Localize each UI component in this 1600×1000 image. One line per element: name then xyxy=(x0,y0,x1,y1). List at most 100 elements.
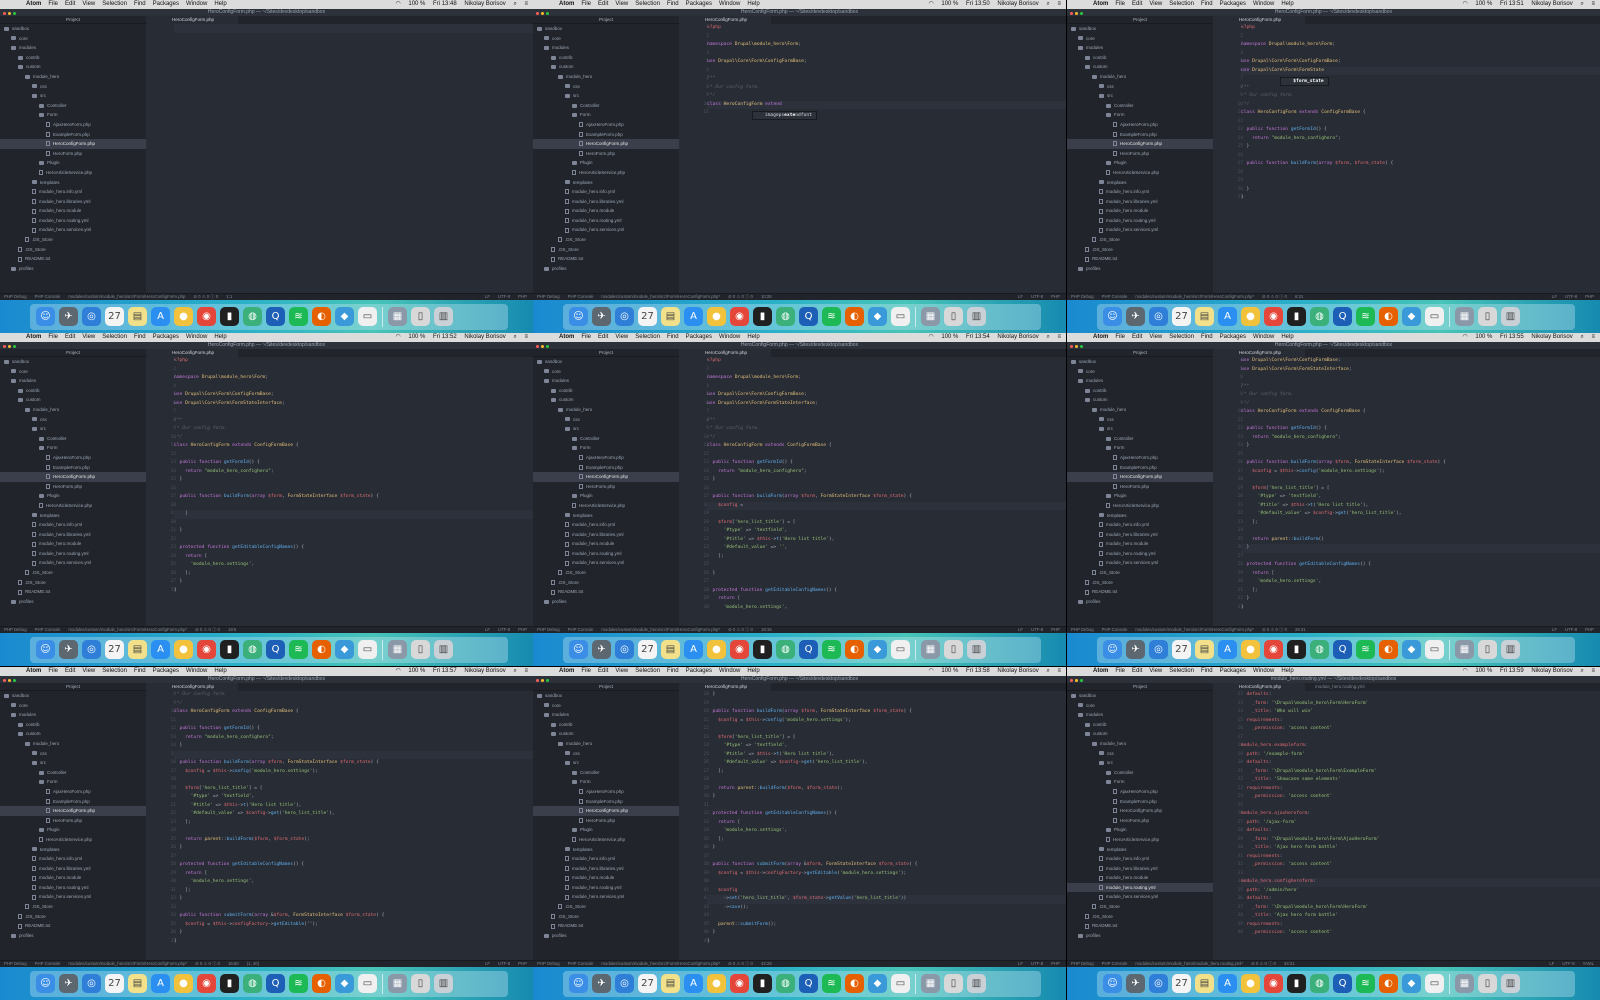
tree-folder[interactable]: Controller xyxy=(533,101,679,111)
battery-label[interactable]: 100 % xyxy=(408,1,425,7)
menu-item-help[interactable]: Help xyxy=(214,1,226,7)
tree-file[interactable]: module_hero.libraries.yml xyxy=(0,197,146,207)
code-line[interactable]: } xyxy=(174,938,533,947)
tree-folder[interactable]: contrib xyxy=(1067,386,1213,396)
code-line[interactable]: return parent::buildForm() xyxy=(1241,536,1600,545)
code-line[interactable] xyxy=(174,485,533,494)
tree-folder[interactable]: profiles xyxy=(533,597,679,607)
tree-file[interactable]: module_hero.info.yml xyxy=(0,187,146,197)
spotify-icon[interactable]: ≋ xyxy=(1356,307,1375,326)
menu-item-help[interactable]: Help xyxy=(1281,1,1293,7)
status-item[interactable]: modules/custom/module_hero/src/Form/Hero… xyxy=(68,627,187,632)
clock-label[interactable]: Fri 13:57 xyxy=(433,668,457,674)
tree-file[interactable]: AjaxHeroForm.php xyxy=(533,453,679,463)
status-item[interactable]: modules/custom/module_hero/src/Form/Hero… xyxy=(68,961,187,966)
q-app-icon[interactable]: Q xyxy=(266,640,285,659)
calendar-icon[interactable]: 27 xyxy=(105,640,124,659)
tree-file[interactable]: HeroForm.php xyxy=(1067,149,1213,159)
code-line[interactable] xyxy=(707,485,1066,494)
status-item[interactable]: PHP xyxy=(1585,627,1594,632)
tree-folder[interactable]: core xyxy=(533,367,679,377)
wifi-icon[interactable]: ◠ xyxy=(1462,668,1467,674)
menu-item-file[interactable]: File xyxy=(1115,1,1125,7)
wifi-icon[interactable]: ◠ xyxy=(928,668,933,674)
code-lines[interactable]: <?php namespace Drupal\module_hero\Form;… xyxy=(1241,24,1600,203)
code-line[interactable]: protected function getEditableConfigName… xyxy=(707,587,1066,596)
tree-folder[interactable]: module_hero xyxy=(0,739,146,749)
tree-folder[interactable]: templates xyxy=(1067,511,1213,521)
code-line[interactable]: public function getFormId() { xyxy=(174,725,533,734)
search-icon[interactable]: ⌕ xyxy=(1580,1,1583,7)
code-line[interactable]: use Drupal\Core\Form\FormStateInterface; xyxy=(1241,366,1600,375)
tree-file[interactable]: module_hero.routing.yml xyxy=(1067,882,1213,893)
tree-folder[interactable]: profiles xyxy=(1067,264,1213,274)
notes-icon[interactable]: ▤ xyxy=(1195,974,1214,993)
code-line[interactable]: _permission: 'access content' xyxy=(1241,725,1600,734)
tree-file[interactable]: module_hero.routing.yml xyxy=(0,883,146,893)
code-line[interactable]: use Drupal\Core\Form\FormStateInterface; xyxy=(174,400,533,409)
tree-folder[interactable]: profiles xyxy=(0,931,146,941)
calendar-icon[interactable]: 27 xyxy=(1172,307,1191,326)
tree-file[interactable]: README.txt xyxy=(1067,254,1213,264)
tree-file[interactable]: .DS_Store xyxy=(533,568,679,578)
tree-file[interactable]: HeroConfigForm.php xyxy=(1067,139,1213,149)
clock-label[interactable]: Fri 13:59 xyxy=(1500,668,1524,674)
tree-file[interactable]: module_hero.routing.yml xyxy=(533,883,679,893)
tree-folder[interactable]: profiles xyxy=(1067,597,1213,607)
code-line[interactable]: } xyxy=(1241,442,1600,451)
preview-icon[interactable]: ▭ xyxy=(358,307,377,326)
tree-folder[interactable]: templates xyxy=(1067,178,1213,188)
tab-hero-config-form[interactable]: HeroConfigForm.php xyxy=(146,683,239,691)
tree-folder[interactable]: core xyxy=(1067,701,1213,711)
sourcetree-icon[interactable]: ◍ xyxy=(1310,640,1329,659)
code-line[interactable]: '#title' => $this->t('Hero list title'), xyxy=(707,751,1066,760)
code-line[interactable] xyxy=(707,912,1066,921)
tree-file[interactable]: module_hero.services.yml xyxy=(1067,558,1213,568)
tree-folder[interactable]: Form xyxy=(0,777,146,787)
menu-item-help[interactable]: Help xyxy=(214,334,226,340)
status-item[interactable]: PHP Console xyxy=(568,961,594,966)
minimize-window-button[interactable] xyxy=(8,345,11,348)
code-line[interactable]: * Our config form. xyxy=(174,691,533,700)
code-line[interactable] xyxy=(174,408,533,417)
launchpad-icon[interactable]: ✈ xyxy=(592,307,611,326)
zoom-window-button[interactable] xyxy=(546,12,549,15)
tree-file[interactable]: AjaxHeroForm.php xyxy=(0,787,146,797)
tree-file[interactable]: module_hero.routing.yml xyxy=(0,549,146,559)
tree-file[interactable]: HeroForm.php xyxy=(0,149,146,159)
minimize-window-button[interactable] xyxy=(541,345,544,348)
document-icon[interactable]: ▯ xyxy=(944,640,963,659)
tree-folder[interactable]: profiles xyxy=(0,597,146,607)
tree-folder[interactable]: sandbox xyxy=(1067,691,1213,701)
tree-folder[interactable]: core xyxy=(0,34,146,44)
code-line[interactable]: public function submitForm(array &$form,… xyxy=(707,861,1066,870)
tree-folder[interactable]: src xyxy=(0,758,146,768)
menu-item-edit[interactable]: Edit xyxy=(598,1,608,7)
zoom-window-button[interactable] xyxy=(546,679,549,682)
q-app-icon[interactable]: Q xyxy=(266,974,285,993)
tree-file[interactable]: module_hero.routing.yml xyxy=(533,549,679,559)
code-line[interactable]: ]; xyxy=(174,887,533,896)
menu-item-packages[interactable]: Packages xyxy=(1220,1,1246,7)
tree-folder[interactable]: module_hero xyxy=(1067,739,1213,749)
menu-item-find[interactable]: Find xyxy=(667,334,679,340)
code-line[interactable] xyxy=(174,383,533,392)
battery-label[interactable]: 100 % xyxy=(941,1,958,7)
tree-file[interactable]: module_hero.module xyxy=(1067,539,1213,549)
code-line[interactable]: } xyxy=(174,742,533,751)
tab-hero-config-form[interactable]: HeroConfigForm.php xyxy=(679,16,772,24)
status-item[interactable]: PHP Console xyxy=(1102,961,1128,966)
code-line[interactable] xyxy=(1241,870,1600,879)
idea-bulb-icon[interactable]: ● xyxy=(1241,974,1260,993)
q-app-icon[interactable]: Q xyxy=(1333,307,1352,326)
menu-item-file[interactable]: File xyxy=(581,334,591,340)
tree-file[interactable]: .DS_Store xyxy=(1067,578,1213,588)
menu-item-selection[interactable]: Selection xyxy=(102,1,127,7)
search-icon[interactable]: ⌕ xyxy=(1580,334,1583,340)
tree-folder[interactable]: Form xyxy=(0,443,146,453)
code-line[interactable]: $config xyxy=(707,887,1066,896)
code-line[interactable] xyxy=(707,578,1066,587)
tree-file[interactable]: README.txt xyxy=(0,921,146,931)
tree-file[interactable]: module_hero.services.yml xyxy=(533,892,679,902)
tree-file[interactable]: HeroConfigForm.php xyxy=(1067,806,1213,816)
